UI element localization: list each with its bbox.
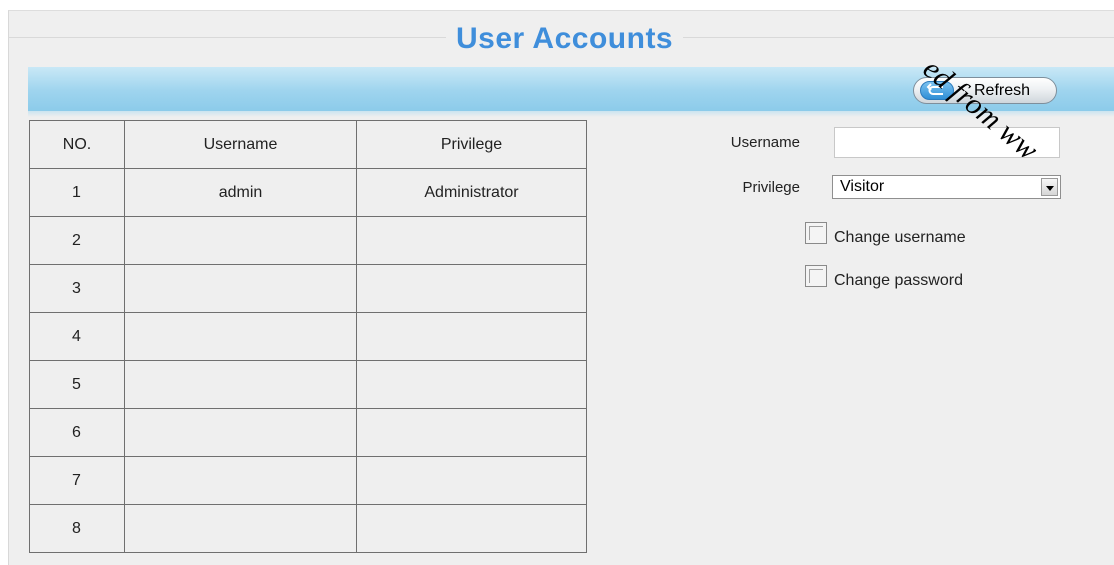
table-row[interactable]: 8: [29, 504, 587, 553]
cell-privilege: Administrator: [356, 168, 587, 217]
cell-no: 7: [29, 456, 125, 505]
table-row[interactable]: 1 admin Administrator: [29, 168, 587, 217]
cell-privilege: [356, 264, 587, 313]
table-row[interactable]: 6: [29, 408, 587, 457]
cell-no: 4: [29, 312, 125, 361]
user-accounts-table: NO. Username Privilege 1 admin Administr…: [29, 120, 587, 553]
cell-privilege: [356, 504, 587, 553]
change-username-label[interactable]: Change username: [834, 229, 966, 247]
username-label: Username: [730, 134, 800, 151]
cell-username: admin: [124, 168, 357, 217]
table-row[interactable]: 2: [29, 216, 587, 265]
page-title: User Accounts: [446, 21, 684, 57]
cell-privilege: [356, 456, 587, 505]
table-row[interactable]: 3: [29, 264, 587, 313]
table-row[interactable]: 5: [29, 360, 587, 409]
table-header-row: NO. Username Privilege: [29, 120, 587, 169]
cell-username: [124, 312, 357, 361]
privilege-label: Privilege: [742, 179, 800, 196]
cell-no: 6: [29, 408, 125, 457]
cell-username: [124, 456, 357, 505]
cell-username: [124, 264, 357, 313]
column-header-no: NO.: [29, 120, 125, 169]
cell-privilege: [356, 312, 587, 361]
privilege-selected-value: Visitor: [840, 178, 885, 195]
cell-no: 1: [29, 168, 125, 217]
cell-privilege: [356, 216, 587, 265]
privilege-select[interactable]: Visitor: [832, 175, 1061, 199]
cell-no: 5: [29, 360, 125, 409]
cell-no: 3: [29, 264, 125, 313]
change-password-label[interactable]: Change password: [834, 272, 963, 290]
cell-privilege: [356, 360, 587, 409]
cell-username: [124, 408, 357, 457]
toolbar-shadow: [28, 111, 1114, 117]
chevron-down-icon[interactable]: [1041, 178, 1058, 196]
cell-username: [124, 360, 357, 409]
cell-privilege: [356, 408, 587, 457]
column-header-username: Username: [124, 120, 357, 169]
column-header-privilege: Privilege: [356, 120, 587, 169]
cell-username: [124, 216, 357, 265]
table-row[interactable]: 4: [29, 312, 587, 361]
cell-username: [124, 504, 357, 553]
cell-no: 8: [29, 504, 125, 553]
cell-no: 2: [29, 216, 125, 265]
table-row[interactable]: 7: [29, 456, 587, 505]
change-username-checkbox[interactable]: [805, 222, 827, 244]
change-password-checkbox[interactable]: [805, 265, 827, 287]
